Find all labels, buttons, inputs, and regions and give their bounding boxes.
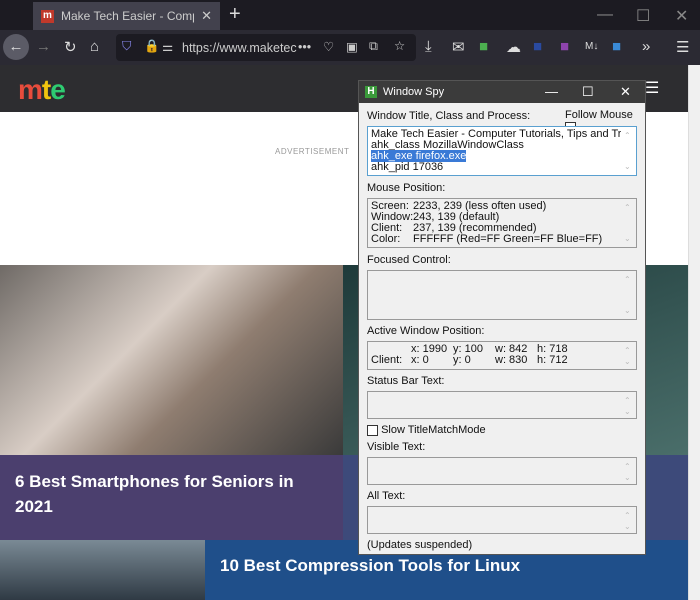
translate-icon[interactable]: ⧉ <box>369 39 378 54</box>
mail-icon[interactable]: ✉ <box>452 38 465 56</box>
active-window-position-label: Active Window Position: <box>367 325 485 337</box>
file-extension-icon[interactable]: ■ <box>612 38 621 55</box>
home-icon[interactable]: ⌂ <box>90 38 99 55</box>
extension-icon[interactable]: ■ <box>533 38 542 55</box>
close-tab-icon[interactable]: ✕ <box>201 8 212 24</box>
cloud-icon[interactable]: ☁ <box>506 38 521 56</box>
window-spy-titlebar[interactable]: H Window Spy — ☐ ✕ <box>359 81 645 103</box>
reader-view-icon[interactable]: ▣ <box>346 39 358 54</box>
active-window-position-textbox[interactable]: x: 1990 y: 100 w: 842 h: 718 Client: x: 0 y: … <box>367 341 637 370</box>
window-spy-dialog: H Window Spy — ☐ ✕ Window Title, Class a… <box>358 80 646 555</box>
close-window-icon[interactable]: ✕ <box>675 6 688 26</box>
url-text[interactable]: https://www.maketec <box>182 41 297 55</box>
visible-text-label: Visible Text: <box>367 441 426 453</box>
updates-status-text: (Updates suspended) <box>367 539 473 551</box>
tab-bar: m Make Tech Easier - Computer T ✕ + — ☐ … <box>0 0 700 30</box>
site-menu-icon[interactable]: ☰ <box>645 78 659 98</box>
scrollbar[interactable]: ⌃ ⌄ <box>624 458 634 484</box>
scrollbar[interactable]: ⌃ ⌄ <box>624 127 634 175</box>
visible-text-textbox[interactable]: ⌃ ⌄ <box>367 457 637 485</box>
close-icon[interactable]: ✕ <box>620 84 631 100</box>
shield-icon[interactable]: ⛉ <box>122 39 131 54</box>
window-info-textbox[interactable]: Make Tech Easier - Computer Tutorials, T… <box>367 126 637 176</box>
site-logo[interactable]: mte <box>18 74 66 106</box>
window-spy-title: Window Spy <box>383 86 445 98</box>
bookmark-star-icon[interactable]: ☆ <box>394 38 405 53</box>
reload-icon[interactable]: ↻ <box>64 38 77 56</box>
article-image-seniors-phone[interactable] <box>0 265 343 455</box>
all-text-label: All Text: <box>367 490 406 502</box>
scrollbar[interactable]: ⌃ ⌄ <box>624 342 634 369</box>
mouse-position-label: Mouse Position: <box>367 182 446 194</box>
markdown-icon[interactable]: M↓ <box>585 41 598 52</box>
all-text-textbox[interactable]: ⌃ ⌄ <box>367 506 637 534</box>
minimize-icon[interactable]: — <box>545 84 558 99</box>
article-title-card[interactable]: 6 Best Smartphones for Seniors in 2021 <box>0 455 343 540</box>
article-image-desk-setup[interactable] <box>0 540 205 600</box>
new-tab-button[interactable]: + <box>229 3 241 26</box>
scrollbar[interactable]: ⌃ ⌄ <box>624 271 634 319</box>
tab-title: Make Tech Easier - Computer T <box>61 9 194 23</box>
slow-titlematchmode-checkbox[interactable]: Slow TitleMatchMode <box>367 424 486 436</box>
onenote-icon[interactable]: ■ <box>560 38 569 55</box>
window-info-label: Window Title, Class and Process: <box>367 110 531 122</box>
scrollbar[interactable]: ⌃ ⌄ <box>624 507 634 533</box>
back-button[interactable]: ← <box>3 34 29 60</box>
autohotkey-icon: H <box>365 86 377 98</box>
minimize-icon[interactable]: — <box>597 6 613 24</box>
maximize-icon[interactable]: ☐ <box>582 84 594 100</box>
page-actions-icon[interactable]: ••• <box>298 40 311 54</box>
site-favicon-icon: m <box>41 9 54 23</box>
app-menu-icon[interactable]: ☰ <box>676 38 689 56</box>
forward-icon[interactable]: → <box>36 38 51 55</box>
status-bar-textbox[interactable]: ⌃ ⌄ <box>367 391 637 419</box>
overflow-chevron-icon[interactable]: » <box>642 38 650 55</box>
focused-control-textbox[interactable]: ⌃ ⌄ <box>367 270 637 320</box>
scrollbar[interactable]: ⌃ ⌄ <box>624 392 634 418</box>
permissions-icon[interactable]: ⚌ <box>162 39 173 54</box>
maximize-icon[interactable]: ☐ <box>636 6 650 26</box>
advertisement-label: ADVERTISEMENT <box>275 147 350 156</box>
download-icon[interactable]: ⤓ <box>425 38 432 55</box>
status-bar-text-label: Status Bar Text: <box>367 375 445 387</box>
nav-toolbar: ← → ↻ ⌂ ⛉ 🔒 ⚌ https://www.maketec ••• ♡ … <box>0 30 700 65</box>
scrollbar[interactable]: ⌃ ⌄ <box>624 199 634 247</box>
printer-extension-icon[interactable]: ■ <box>479 38 488 55</box>
tab-active[interactable]: m Make Tech Easier - Computer T ✕ <box>33 2 220 30</box>
pocket-icon[interactable]: ♡ <box>323 39 334 54</box>
focused-control-label: Focused Control: <box>367 254 451 266</box>
mouse-position-textbox[interactable]: Screen: 2233, 239 (less often used) Windo… <box>367 198 637 248</box>
lock-icon[interactable]: 🔒 <box>144 39 160 54</box>
page-scrollbar[interactable] <box>688 65 700 600</box>
url-bar[interactable]: ⛉ 🔒 ⚌ https://www.maketec ••• ♡ ▣ ⧉ ☆ <box>116 34 416 61</box>
